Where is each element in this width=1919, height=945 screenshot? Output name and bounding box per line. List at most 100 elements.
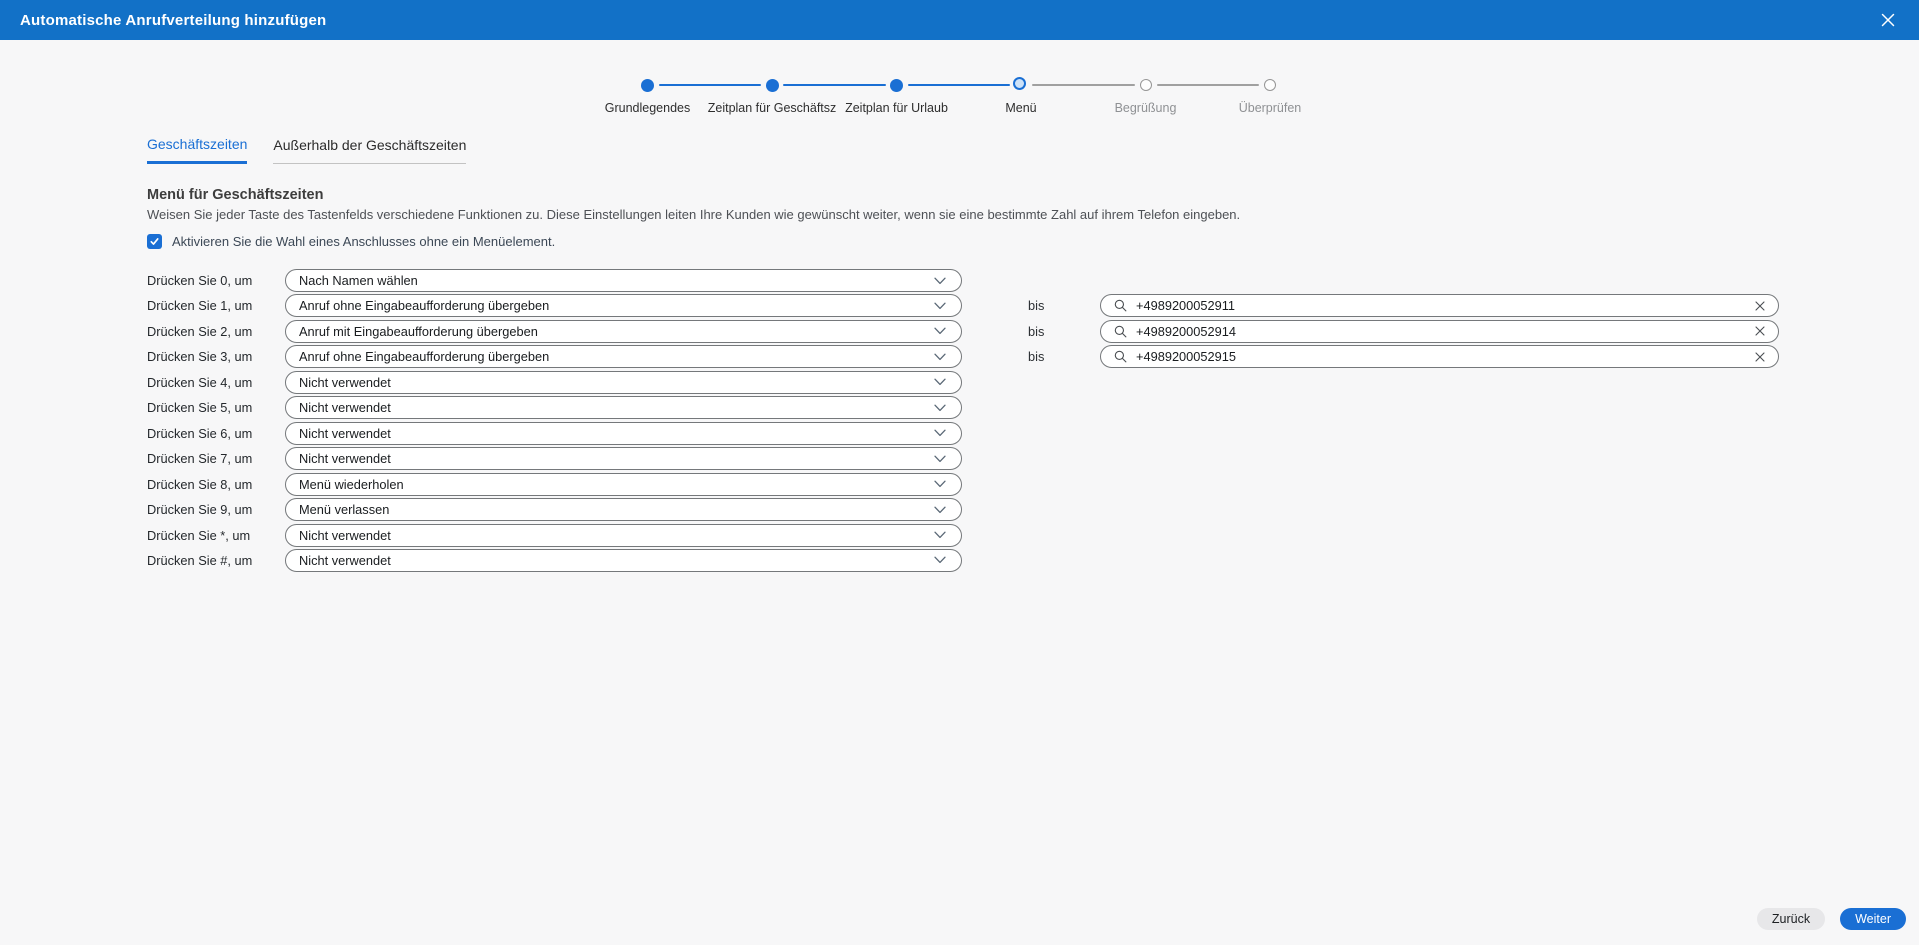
- step-connector: [783, 84, 886, 87]
- action-select[interactable]: Anruf mit Eingabeaufforderung übergeben: [285, 320, 962, 343]
- keypad-row: Drücken Sie 4, um Nicht verwendet: [0, 371, 1919, 394]
- back-button[interactable]: Zurück: [1757, 908, 1825, 930]
- action-select[interactable]: Nicht verwendet: [285, 447, 962, 470]
- action-select[interactable]: Menü verlassen: [285, 498, 962, 521]
- step-connector: [1157, 84, 1260, 87]
- action-select[interactable]: Anruf ohne Eingabeaufforderung übergeben: [285, 345, 962, 368]
- keypad-row-label: Drücken Sie 4, um: [147, 371, 252, 394]
- keypad-row-label: Drücken Sie 5, um: [147, 396, 252, 419]
- chevron-down-icon: [934, 556, 946, 564]
- search-icon: [1114, 299, 1127, 312]
- chevron-down-icon: [934, 302, 946, 310]
- search-icon: [1114, 325, 1127, 338]
- dialog-titlebar: Automatische Anrufverteilung hinzufügen: [0, 0, 1919, 40]
- keypad-row: Drücken Sie 1, um Anruf ohne Eingabeauff…: [0, 294, 1919, 317]
- extension-dial-checkbox[interactable]: Aktivieren Sie die Wahl eines Anschlusse…: [147, 234, 555, 249]
- keypad-row-label: Drücken Sie 9, um: [147, 498, 252, 521]
- action-select[interactable]: Nicht verwendet: [285, 396, 962, 419]
- keypad-row-label: Drücken Sie 7, um: [147, 447, 252, 470]
- keypad-row: Drücken Sie 6, um Nicht verwendet: [0, 422, 1919, 445]
- section-heading: Menü für Geschäftszeiten: [147, 187, 323, 203]
- step-indicator-upcoming: [1140, 79, 1152, 91]
- chevron-down-icon: [934, 404, 946, 412]
- phone-number-value: +4989200052915: [1136, 349, 1746, 364]
- keypad-row-label: Drücken Sie 0, um: [147, 269, 252, 292]
- clear-icon: [1755, 352, 1765, 362]
- chevron-down-icon: [934, 506, 946, 514]
- keypad-row-label: Drücken Sie #, um: [147, 549, 252, 572]
- action-select-value: Nicht verwendet: [299, 528, 391, 543]
- keypad-row-label: Drücken Sie 1, um: [147, 294, 252, 317]
- chevron-down-icon: [934, 353, 946, 361]
- action-select-value: Nach Namen wählen: [299, 273, 418, 288]
- step-indicator-upcoming: [1264, 79, 1276, 91]
- clear-icon: [1755, 326, 1765, 336]
- checkbox-checked[interactable]: [147, 234, 162, 249]
- step-label: Überprüfen: [1180, 101, 1360, 115]
- bis-label: bis: [1028, 320, 1044, 343]
- chevron-down-icon: [934, 455, 946, 463]
- chevron-down-icon: [934, 327, 946, 335]
- action-select-value: Menü wiederholen: [299, 477, 404, 492]
- keypad-row: Drücken Sie 8, um Menü wiederholen: [0, 473, 1919, 496]
- step-indicator-complete: [641, 79, 654, 92]
- action-select[interactable]: Nicht verwendet: [285, 422, 962, 445]
- clear-number-button[interactable]: [1755, 326, 1765, 336]
- section-description: Weisen Sie jeder Taste des Tastenfelds v…: [147, 207, 1240, 222]
- keypad-row: Drücken Sie 7, um Nicht verwendet: [0, 447, 1919, 470]
- checkbox-label: Aktivieren Sie die Wahl eines Anschlusse…: [172, 234, 555, 249]
- action-select[interactable]: Nicht verwendet: [285, 371, 962, 394]
- action-select[interactable]: Anruf ohne Eingabeaufforderung übergeben: [285, 294, 962, 317]
- chevron-down-icon: [934, 429, 946, 437]
- bis-label: bis: [1028, 294, 1044, 317]
- step-indicator-current: [1013, 77, 1026, 90]
- keypad-row: Drücken Sie *, um Nicht verwendet: [0, 524, 1919, 547]
- next-button[interactable]: Weiter: [1840, 908, 1906, 930]
- search-icon: [1114, 350, 1127, 363]
- chevron-down-icon: [934, 378, 946, 386]
- phone-number-input[interactable]: +4989200052915: [1100, 345, 1779, 368]
- keypad-row: Drücken Sie 5, um Nicht verwendet: [0, 396, 1919, 419]
- step-connector: [908, 84, 1011, 87]
- step-connector: [659, 84, 762, 87]
- chevron-down-icon: [934, 531, 946, 539]
- action-select-value: Anruf ohne Eingabeaufforderung übergeben: [299, 298, 549, 313]
- chevron-down-icon: [934, 277, 946, 285]
- tab-active[interactable]: Geschäftszeiten: [147, 136, 247, 164]
- keypad-row-label: Drücken Sie *, um: [147, 524, 250, 547]
- phone-number-input[interactable]: +4989200052911: [1100, 294, 1779, 317]
- keypad-row-label: Drücken Sie 2, um: [147, 320, 252, 343]
- keypad-row: Drücken Sie 9, um Menü verlassen: [0, 498, 1919, 521]
- clear-icon: [1755, 301, 1765, 311]
- keypad-row-label: Drücken Sie 6, um: [147, 422, 252, 445]
- tab-inactive[interactable]: Außerhalb der Geschäftszeiten: [273, 136, 466, 164]
- action-select[interactable]: Nicht verwendet: [285, 524, 962, 547]
- keypad-row: Drücken Sie 0, um Nach Namen wählen: [0, 269, 1919, 292]
- action-select-value: Anruf ohne Eingabeaufforderung übergeben: [299, 349, 549, 364]
- close-icon: [1881, 13, 1895, 27]
- check-icon: [149, 236, 160, 247]
- phone-number-input[interactable]: +4989200052914: [1100, 320, 1779, 343]
- bis-label: bis: [1028, 345, 1044, 368]
- keypad-row-label: Drücken Sie 3, um: [147, 345, 252, 368]
- action-select-value: Nicht verwendet: [299, 375, 391, 390]
- step-connector: [1032, 84, 1135, 87]
- action-select[interactable]: Nach Namen wählen: [285, 269, 962, 292]
- tab-bar: Geschäftszeiten Außerhalb der Geschäftsze…: [147, 136, 466, 164]
- action-select-value: Anruf mit Eingabeaufforderung übergeben: [299, 324, 538, 339]
- phone-number-value: +4989200052911: [1136, 298, 1746, 313]
- dialog-title: Automatische Anrufverteilung hinzufügen: [20, 12, 326, 29]
- keypad-row: Drücken Sie #, um Nicht verwendet: [0, 549, 1919, 572]
- clear-number-button[interactable]: [1755, 301, 1765, 311]
- chevron-down-icon: [934, 480, 946, 488]
- action-select[interactable]: Menü wiederholen: [285, 473, 962, 496]
- step-indicator-complete: [766, 79, 779, 92]
- close-button[interactable]: [1877, 9, 1899, 31]
- clear-number-button[interactable]: [1755, 352, 1765, 362]
- action-select-value: Nicht verwendet: [299, 553, 391, 568]
- action-select-value: Nicht verwendet: [299, 451, 391, 466]
- action-select[interactable]: Nicht verwendet: [285, 549, 962, 572]
- keypad-row: Drücken Sie 2, um Anruf mit Eingabeauffo…: [0, 320, 1919, 343]
- phone-number-value: +4989200052914: [1136, 324, 1746, 339]
- action-select-value: Nicht verwendet: [299, 426, 391, 441]
